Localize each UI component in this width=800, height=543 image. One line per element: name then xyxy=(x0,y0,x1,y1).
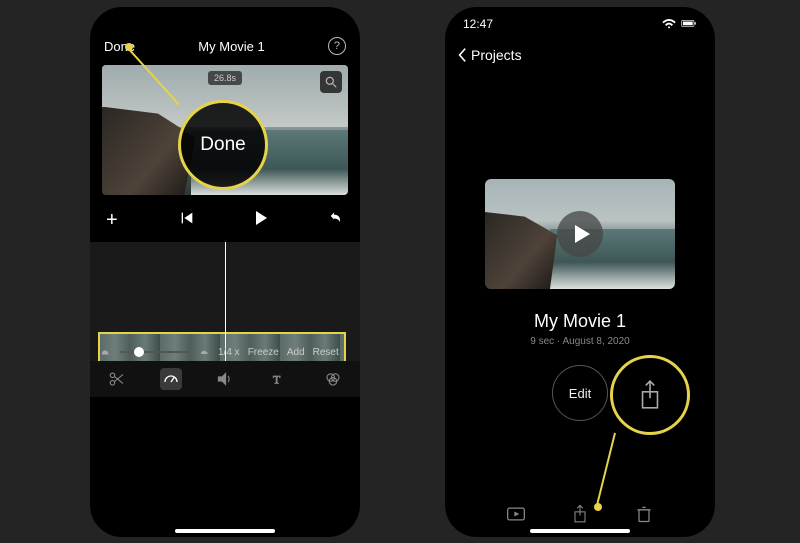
help-icon[interactable]: ? xyxy=(328,37,346,55)
share-callout-icon xyxy=(637,379,663,411)
trash-icon[interactable] xyxy=(633,503,655,525)
status-bar: 12:47 xyxy=(445,7,715,31)
callout-dot xyxy=(594,503,602,511)
undo-icon[interactable] xyxy=(328,210,344,231)
chevron-left-icon xyxy=(457,47,467,63)
filters-icon[interactable] xyxy=(322,368,344,390)
back-button[interactable]: Projects xyxy=(445,31,715,69)
svg-text:T: T xyxy=(273,373,281,387)
volume-icon[interactable] xyxy=(214,368,236,390)
back-label: Projects xyxy=(471,47,522,63)
share-callout xyxy=(610,355,690,435)
skip-start-icon[interactable] xyxy=(179,210,195,231)
edit-button[interactable]: Edit xyxy=(552,365,608,421)
share-icon[interactable] xyxy=(569,503,591,525)
speed-rate: 1/4 x xyxy=(218,347,240,358)
duration-chip: 26.8s xyxy=(208,71,242,85)
zoom-icon[interactable] xyxy=(320,71,342,93)
done-callout: Done xyxy=(178,100,268,190)
turtle-icon xyxy=(100,346,112,358)
rabbit-icon xyxy=(198,346,210,358)
bottom-bar xyxy=(445,503,715,525)
scissors-icon[interactable] xyxy=(106,368,128,390)
play-rect-icon[interactable] xyxy=(505,503,527,525)
project-title-text[interactable]: My Movie 1 xyxy=(485,311,675,332)
status-time: 12:47 xyxy=(463,17,493,31)
add-button[interactable]: Add xyxy=(287,347,305,358)
transport-bar: + xyxy=(90,195,360,240)
reset-button[interactable]: Reset xyxy=(313,347,339,358)
text-icon[interactable]: T xyxy=(268,368,290,390)
freeze-button[interactable]: Freeze xyxy=(248,347,279,358)
project-thumbnail[interactable] xyxy=(485,179,675,289)
wifi-icon xyxy=(661,18,677,30)
speed-controls: 1/4 x Freeze Add Reset xyxy=(90,345,360,359)
home-indicator[interactable] xyxy=(530,529,630,533)
battery-icon xyxy=(681,18,697,30)
done-callout-label: Done xyxy=(200,134,245,156)
project-meta: 9 sec · August 8, 2020 xyxy=(485,336,675,347)
speed-slider[interactable] xyxy=(120,345,190,359)
project-screen: 12:47 Projects My Movie 1 9 sec · August… xyxy=(445,7,715,537)
project-title: My Movie 1 xyxy=(198,39,264,54)
play-button[interactable] xyxy=(256,211,267,230)
play-overlay-icon[interactable] xyxy=(557,211,603,257)
tool-bar: T xyxy=(90,361,360,397)
home-indicator[interactable] xyxy=(175,529,275,533)
editor-screen: Done My Movie 1 ? 26.8s + 1/4 x Freez xyxy=(90,7,360,537)
speedometer-icon[interactable] xyxy=(160,368,182,390)
timeline[interactable]: 1/4 x Freeze Add Reset T xyxy=(90,242,360,397)
add-media-icon[interactable]: + xyxy=(106,209,118,232)
